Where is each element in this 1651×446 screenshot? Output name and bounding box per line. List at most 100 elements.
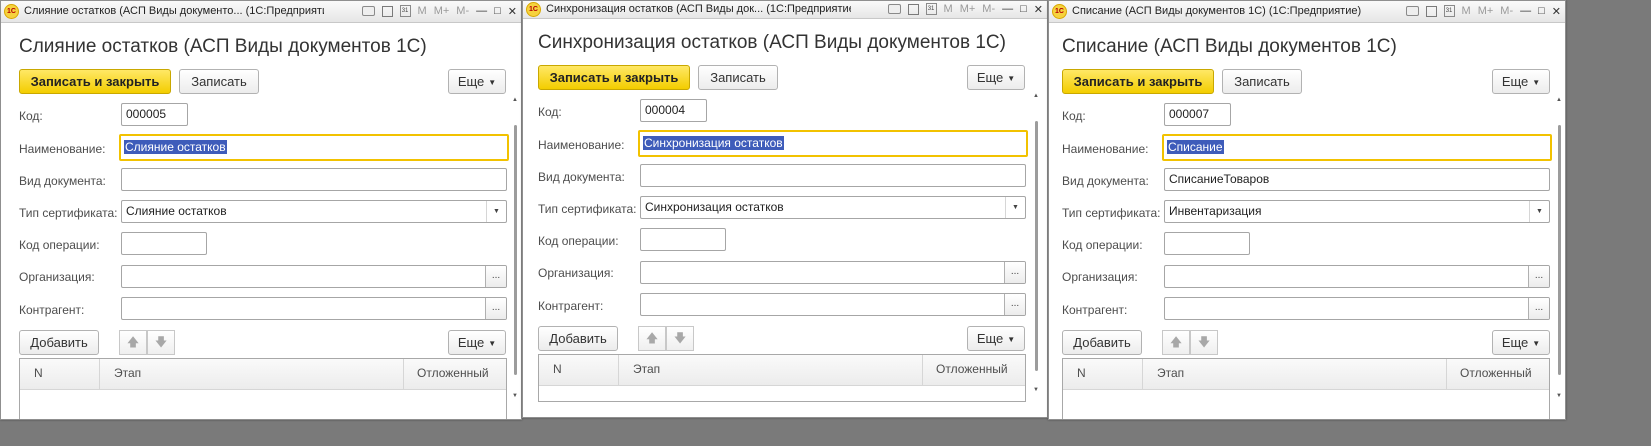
ellipsis-icon[interactable]: ... bbox=[1528, 298, 1549, 319]
op-code-field[interactable] bbox=[640, 228, 726, 251]
column-header-deferred[interactable]: Отложенный bbox=[923, 355, 1027, 385]
column-header-n[interactable]: N bbox=[539, 355, 619, 385]
name-field[interactable]: Слияние остатков bbox=[119, 134, 509, 161]
code-field[interactable]: 000007 bbox=[1164, 103, 1231, 126]
minimize-button[interactable]: — bbox=[1002, 3, 1013, 15]
doc-type-field[interactable] bbox=[121, 168, 507, 191]
op-code-field[interactable] bbox=[121, 232, 207, 255]
memory-plus-button[interactable]: M+ bbox=[434, 4, 450, 18]
ellipsis-icon[interactable]: ... bbox=[1004, 262, 1025, 283]
arrow-up-icon[interactable]: 🡅 bbox=[119, 330, 147, 355]
column-header-n[interactable]: N bbox=[1063, 359, 1143, 389]
memory-minus-button[interactable]: M- bbox=[456, 4, 469, 18]
form-scrollbar[interactable]: ▲ ▼ bbox=[1033, 93, 1040, 399]
column-header-stage[interactable]: Этап bbox=[619, 355, 923, 385]
column-header-n[interactable]: N bbox=[20, 359, 100, 389]
ellipsis-icon[interactable]: ... bbox=[485, 298, 506, 319]
name-field[interactable]: Списание bbox=[1162, 134, 1552, 161]
table-more-button[interactable]: Еще ▼ bbox=[967, 326, 1025, 351]
dropdown-arrow-icon[interactable]: ▼ bbox=[1005, 197, 1025, 218]
save-button[interactable]: Записать bbox=[1222, 69, 1302, 94]
scroll-thumb[interactable] bbox=[514, 125, 517, 375]
minimize-button[interactable]: — bbox=[1520, 5, 1531, 17]
scroll-up-icon[interactable]: ▲ bbox=[1556, 97, 1562, 103]
org-field[interactable]: ... bbox=[121, 265, 507, 288]
stages-table[interactable]: N Этап Отложенный bbox=[1062, 358, 1551, 419]
scroll-down-icon[interactable]: ▼ bbox=[512, 393, 518, 399]
calendar-icon[interactable]: 31 bbox=[1443, 5, 1455, 17]
op-code-field[interactable] bbox=[1164, 232, 1250, 255]
memory-minus-button[interactable]: M- bbox=[982, 2, 995, 16]
stages-table[interactable]: N Этап Отложенный bbox=[538, 354, 1026, 402]
more-button[interactable]: Еще ▼ bbox=[1492, 69, 1550, 94]
doc-type-field[interactable] bbox=[640, 164, 1026, 187]
restore-button[interactable]: □ bbox=[1538, 5, 1545, 17]
calendar-icon[interactable]: 31 bbox=[399, 5, 411, 17]
ellipsis-icon[interactable]: ... bbox=[1004, 294, 1025, 315]
more-button[interactable]: Еще ▼ bbox=[967, 65, 1025, 90]
add-button[interactable]: Добавить bbox=[19, 330, 99, 355]
scroll-down-icon[interactable]: ▼ bbox=[1033, 387, 1039, 393]
stages-table[interactable]: N Этап Отложенный bbox=[19, 358, 508, 419]
close-button[interactable]: ✕ bbox=[1034, 3, 1043, 16]
scroll-up-icon[interactable]: ▲ bbox=[512, 97, 518, 103]
cert-type-select[interactable]: Слияние остатков ▼ bbox=[121, 200, 507, 223]
arrow-up-icon[interactable]: 🡅 bbox=[638, 326, 666, 351]
code-field[interactable]: 000005 bbox=[121, 103, 188, 126]
memory-button[interactable]: M bbox=[418, 4, 427, 18]
printer-icon[interactable] bbox=[361, 6, 375, 16]
org-field[interactable]: ... bbox=[1164, 265, 1550, 288]
arrow-down-icon[interactable]: 🡇 bbox=[147, 330, 175, 355]
save-and-close-button[interactable]: Записать и закрыть bbox=[19, 69, 171, 94]
cert-type-select[interactable]: Инвентаризация ▼ bbox=[1164, 200, 1550, 223]
printer-icon[interactable] bbox=[1405, 6, 1419, 16]
dropdown-arrow-icon[interactable]: ▼ bbox=[486, 201, 506, 222]
calculator-icon[interactable] bbox=[1425, 5, 1437, 17]
column-header-deferred[interactable]: Отложенный bbox=[1447, 359, 1551, 389]
memory-button[interactable]: M bbox=[1462, 4, 1471, 18]
add-button[interactable]: Добавить bbox=[1062, 330, 1142, 355]
scroll-up-icon[interactable]: ▲ bbox=[1033, 93, 1039, 99]
calculator-icon[interactable] bbox=[381, 5, 393, 17]
name-field[interactable]: Синхронизация остатков bbox=[638, 130, 1028, 157]
memory-plus-button[interactable]: M+ bbox=[960, 2, 976, 16]
restore-button[interactable]: □ bbox=[1020, 3, 1027, 15]
counterparty-field[interactable]: ... bbox=[1164, 297, 1550, 320]
more-button[interactable]: Еще ▼ bbox=[448, 69, 506, 94]
add-button[interactable]: Добавить bbox=[538, 326, 618, 351]
table-more-button[interactable]: Еще ▼ bbox=[1492, 330, 1550, 355]
save-button[interactable]: Записать bbox=[698, 65, 778, 90]
ellipsis-icon[interactable]: ... bbox=[485, 266, 506, 287]
form-scrollbar[interactable]: ▲ ▼ bbox=[512, 97, 519, 407]
ellipsis-icon[interactable]: ... bbox=[1528, 266, 1549, 287]
arrow-up-icon[interactable]: 🡅 bbox=[1162, 330, 1190, 355]
restore-button[interactable]: □ bbox=[494, 5, 501, 17]
save-button[interactable]: Записать bbox=[179, 69, 259, 94]
scroll-thumb[interactable] bbox=[1035, 121, 1038, 371]
counterparty-field[interactable]: ... bbox=[640, 293, 1026, 316]
close-button[interactable]: ✕ bbox=[508, 5, 517, 18]
table-more-button[interactable]: Еще ▼ bbox=[448, 330, 506, 355]
arrow-down-icon[interactable]: 🡇 bbox=[1190, 330, 1218, 355]
column-header-stage[interactable]: Этап bbox=[1143, 359, 1447, 389]
code-field[interactable]: 000004 bbox=[640, 99, 707, 122]
column-header-deferred[interactable]: Отложенный bbox=[404, 359, 508, 389]
scroll-down-icon[interactable]: ▼ bbox=[1556, 393, 1562, 399]
save-and-close-button[interactable]: Записать и закрыть bbox=[1062, 69, 1214, 94]
dropdown-arrow-icon[interactable]: ▼ bbox=[1529, 201, 1549, 222]
doc-type-field[interactable]: СписаниеТоваров bbox=[1164, 168, 1550, 191]
calendar-icon[interactable]: 31 bbox=[925, 3, 937, 15]
arrow-down-icon[interactable]: 🡇 bbox=[666, 326, 694, 351]
minimize-button[interactable]: — bbox=[476, 5, 487, 17]
form-scrollbar[interactable]: ▲ ▼ bbox=[1556, 97, 1563, 407]
close-button[interactable]: ✕ bbox=[1552, 5, 1561, 18]
calculator-icon[interactable] bbox=[907, 3, 919, 15]
save-and-close-button[interactable]: Записать и закрыть bbox=[538, 65, 690, 90]
scroll-thumb[interactable] bbox=[1558, 125, 1561, 375]
cert-type-select[interactable]: Синхронизация остатков ▼ bbox=[640, 196, 1026, 219]
memory-plus-button[interactable]: M+ bbox=[1478, 4, 1494, 18]
printer-icon[interactable] bbox=[887, 4, 901, 14]
memory-button[interactable]: M bbox=[944, 2, 953, 16]
column-header-stage[interactable]: Этап bbox=[100, 359, 404, 389]
memory-minus-button[interactable]: M- bbox=[1500, 4, 1513, 18]
